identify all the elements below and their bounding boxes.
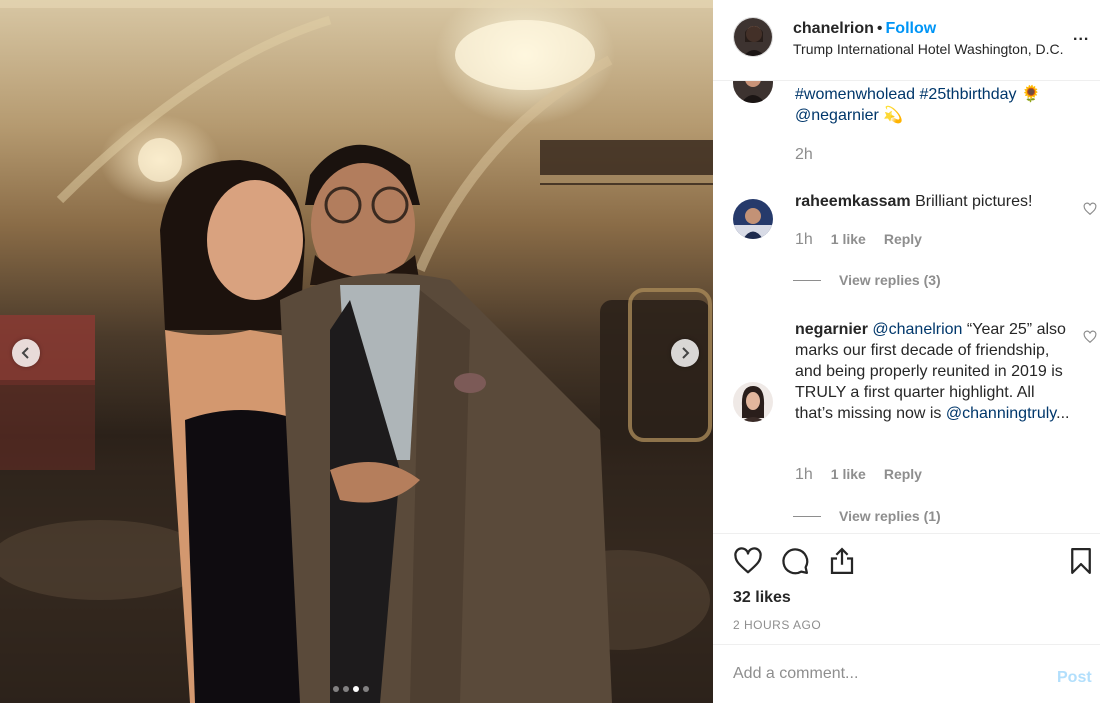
mention-link[interactable]: @chanelrion: [872, 321, 962, 338]
comment-bubble-icon: [782, 548, 809, 575]
view-replies-button[interactable]: View replies (1): [793, 508, 941, 524]
more-options-button[interactable]: ...: [1073, 27, 1089, 45]
comment-body: Brilliant pictures!: [915, 193, 1033, 210]
heart-icon: [1083, 330, 1097, 344]
comment-text: negarnier @chanelrion “Year 25” also mar…: [795, 319, 1075, 424]
comment-likes[interactable]: 1 like: [831, 231, 866, 247]
comment-ellipsis: ...: [1056, 405, 1070, 422]
hashtag-links[interactable]: #womenwholead #25thbirthday: [795, 86, 1016, 103]
save-button[interactable]: [1066, 546, 1096, 576]
emoji: 💫: [883, 107, 904, 124]
caption-text: #womenwholead #25thbirthday 🌻 @negarnier…: [795, 84, 1075, 126]
view-replies-label: View replies (3): [839, 272, 941, 288]
caption-time[interactable]: 2h: [795, 146, 813, 164]
comment-time[interactable]: 1h: [795, 466, 813, 484]
post-timestamp[interactable]: 2 HOURS AGO: [733, 618, 821, 632]
carousel-dot: [353, 686, 359, 692]
view-replies-label: View replies (1): [839, 508, 941, 524]
likes-count[interactable]: 32 likes: [733, 589, 791, 607]
reply-button[interactable]: Reply: [884, 231, 922, 247]
comment-composer: Post: [713, 644, 1100, 703]
heart-icon: [734, 547, 762, 574]
view-replies-button[interactable]: View replies (3): [793, 272, 941, 288]
carousel-dot: [343, 686, 349, 692]
avatar-image: [733, 382, 773, 422]
avatar-image: [734, 18, 772, 56]
mention-link[interactable]: @negarnier: [795, 107, 879, 124]
follow-button[interactable]: Follow: [886, 20, 937, 37]
mention-link[interactable]: @channingtruly: [946, 405, 1056, 422]
like-comment-button[interactable]: [1083, 202, 1097, 216]
post-photo[interactable]: [0, 0, 713, 703]
share-icon: [830, 547, 854, 574]
chevron-right-icon: [682, 347, 690, 359]
like-comment-button[interactable]: [1083, 330, 1097, 344]
comment-username[interactable]: negarnier: [795, 321, 868, 338]
reply-button[interactable]: Reply: [884, 466, 922, 482]
avatar[interactable]: [733, 199, 773, 239]
post-comment-button[interactable]: Post: [1057, 669, 1092, 687]
comment-input[interactable]: [733, 659, 1033, 689]
post-header: chanelrion • Follow Trump International Ho…: [713, 0, 1100, 81]
share-button[interactable]: [827, 546, 857, 576]
comments-list[interactable]: #womenwholead #25thbirthday 🌻 @negarnier…: [713, 81, 1100, 533]
avatar-image: [733, 199, 773, 239]
comment-button[interactable]: [780, 546, 810, 576]
carousel-next-button[interactable]: [671, 339, 699, 367]
header-line: chanelrion • Follow: [793, 20, 936, 38]
divider: [793, 515, 821, 517]
comment-likes[interactable]: 1 like: [831, 466, 866, 482]
carousel-dot: [333, 686, 339, 692]
avatar[interactable]: [733, 81, 773, 103]
bookmark-icon: [1071, 548, 1091, 574]
chevron-left-icon: [21, 347, 29, 359]
heart-icon: [1083, 202, 1097, 216]
post-sidebar: chanelrion • Follow Trump International Ho…: [713, 0, 1100, 703]
caption-meta: 2h: [795, 146, 831, 164]
avatar-image: [733, 81, 773, 103]
photo-scene: [0, 0, 713, 703]
comment-username[interactable]: raheemkassam: [795, 193, 911, 210]
emoji: 🌻: [1020, 86, 1041, 103]
separator-dot: •: [876, 20, 883, 37]
location-link[interactable]: Trump International Hotel Washington, D.…: [793, 41, 1064, 57]
comment-time[interactable]: 1h: [795, 231, 813, 249]
like-button[interactable]: [733, 546, 763, 576]
avatar[interactable]: [733, 382, 773, 422]
divider: [793, 279, 821, 281]
username-link[interactable]: chanelrion: [793, 20, 874, 37]
comment-meta: 1h 1 like Reply: [795, 231, 922, 249]
comment-text: raheemkassam Brilliant pictures!: [795, 191, 1075, 212]
carousel-indicator: [333, 686, 369, 692]
carousel-prev-button[interactable]: [12, 339, 40, 367]
comment-meta: 1h 1 like Reply: [795, 466, 922, 484]
post-actions: 32 likes 2 HOURS AGO: [713, 533, 1100, 643]
avatar[interactable]: [733, 17, 773, 57]
carousel-dot: [363, 686, 369, 692]
